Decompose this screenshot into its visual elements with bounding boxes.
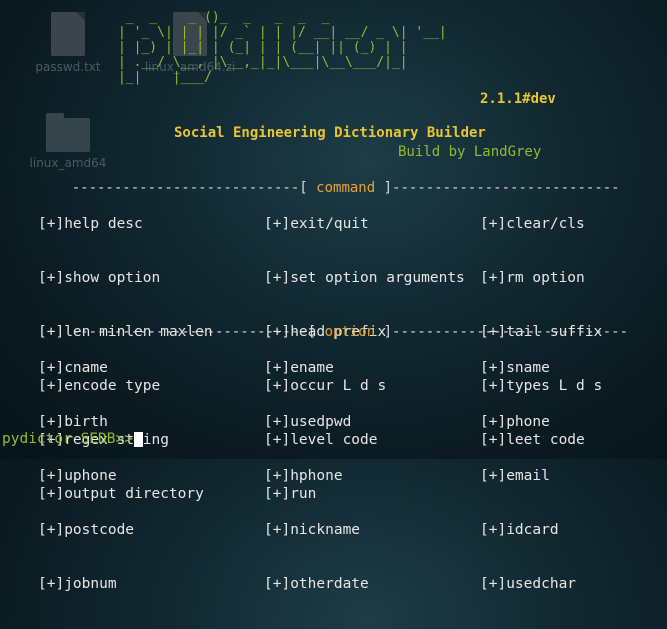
option-list: [+]cname [+]ename [+]sname [+]birth [+]u… xyxy=(38,323,640,629)
command-item: [+]help desc xyxy=(38,216,143,232)
option-item: [+]usedpwd xyxy=(264,414,352,430)
option-item: [+]jobnum xyxy=(38,576,117,592)
version-label: 2.1.1#dev xyxy=(480,91,556,107)
command-row: [+]show option [+]set option arguments [… xyxy=(38,269,640,287)
option-row: [+]postcode [+]nickname [+]idcard xyxy=(38,521,640,539)
command-item: [+]rm option xyxy=(480,270,585,286)
option-item: [+]sname xyxy=(480,360,550,376)
option-item: [+]hphone xyxy=(264,468,343,484)
option-item: [+]phone xyxy=(480,414,550,430)
command-item: [+]set option arguments xyxy=(264,270,465,286)
option-row: [+]uphone [+]hphone [+]email xyxy=(38,467,640,485)
author-credit: Build by LandGrey xyxy=(398,144,542,160)
option-item: [+]usedchar xyxy=(480,576,577,592)
option-item: [+]nickname xyxy=(264,522,361,538)
prompt-label: pydictor SEDB>> xyxy=(2,431,133,447)
shell-prompt[interactable]: pydictor SEDB>> xyxy=(2,430,143,448)
option-item: [+]email xyxy=(480,468,550,484)
tool-subtitle: Social Engineering Dictionary Builder xyxy=(174,125,486,141)
option-row: [+]birth [+]usedpwd [+]phone xyxy=(38,413,640,431)
option-row: [+]jobnum [+]otherdate [+]usedchar xyxy=(38,575,640,593)
option-item: [+]birth xyxy=(38,414,108,430)
text-cursor[interactable] xyxy=(133,431,143,447)
pydictor-ascii-logo: _ _ _ ()_ _ _ _ _ | '_ \| | | |/ _` | | … xyxy=(118,10,447,85)
command-item: [+]show option xyxy=(38,270,161,286)
command-row: [+]help desc [+]exit/quit [+]clear/cls xyxy=(38,215,640,233)
terminal-window[interactable]: _ _ _ ()_ _ _ _ _ | '_ \| | | |/ _` | | … xyxy=(0,0,667,592)
option-item: [+]idcard xyxy=(480,522,559,538)
command-item: [+]exit/quit xyxy=(264,216,369,232)
option-item: [+]postcode xyxy=(38,522,135,538)
option-item: [+]ename xyxy=(264,360,334,376)
option-item: [+]cname xyxy=(38,360,108,376)
option-row: [+]cname [+]ename [+]sname xyxy=(38,359,640,377)
option-item: [+]otherdate xyxy=(264,576,369,592)
command-item: [+]clear/cls xyxy=(480,216,585,232)
option-item: [+]uphone xyxy=(38,468,117,484)
